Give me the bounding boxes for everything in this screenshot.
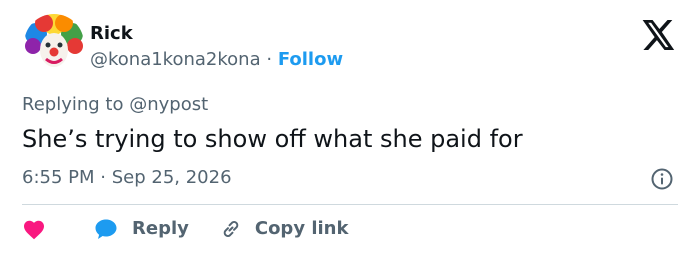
heart-icon: [22, 218, 46, 240]
info-icon[interactable]: [650, 167, 674, 191]
divider: [22, 204, 678, 205]
timestamp[interactable]: 6:55 PM · Sep 25, 2026: [22, 165, 232, 191]
handle-separator: ·: [266, 49, 273, 70]
reply-label: Reply: [132, 218, 189, 239]
replying-prefix: Replying to: [22, 94, 124, 115]
author-name[interactable]: Rick: [90, 21, 133, 47]
tweet-card: Rick @kona1kona2kona · Follow Replying t…: [0, 0, 700, 256]
replying-to: Replying to @nypost: [22, 92, 208, 118]
speech-bubble-icon: [94, 218, 118, 240]
author-handle-row: @kona1kona2kona · Follow: [90, 47, 343, 73]
link-icon: [219, 217, 243, 241]
copy-link-label: Copy link: [254, 218, 349, 239]
follow-button[interactable]: Follow: [278, 49, 343, 70]
x-logo-icon[interactable]: [642, 20, 676, 50]
copy-link-button[interactable]: Copy link: [219, 216, 349, 242]
action-bar: Reply Copy link: [22, 214, 348, 244]
tweet-text: She’s trying to show off what she paid f…: [22, 125, 523, 153]
timestamp-separator: ·: [100, 167, 106, 188]
reply-button[interactable]: Reply: [94, 216, 189, 242]
tweet-date[interactable]: Sep 25, 2026: [112, 167, 232, 188]
reply-mention-link[interactable]: @nypost: [129, 94, 208, 115]
like-button[interactable]: [22, 218, 94, 240]
tweet-time[interactable]: 6:55 PM: [22, 167, 95, 188]
avatar[interactable]: [24, 14, 84, 74]
author-handle[interactable]: @kona1kona2kona: [90, 49, 261, 70]
